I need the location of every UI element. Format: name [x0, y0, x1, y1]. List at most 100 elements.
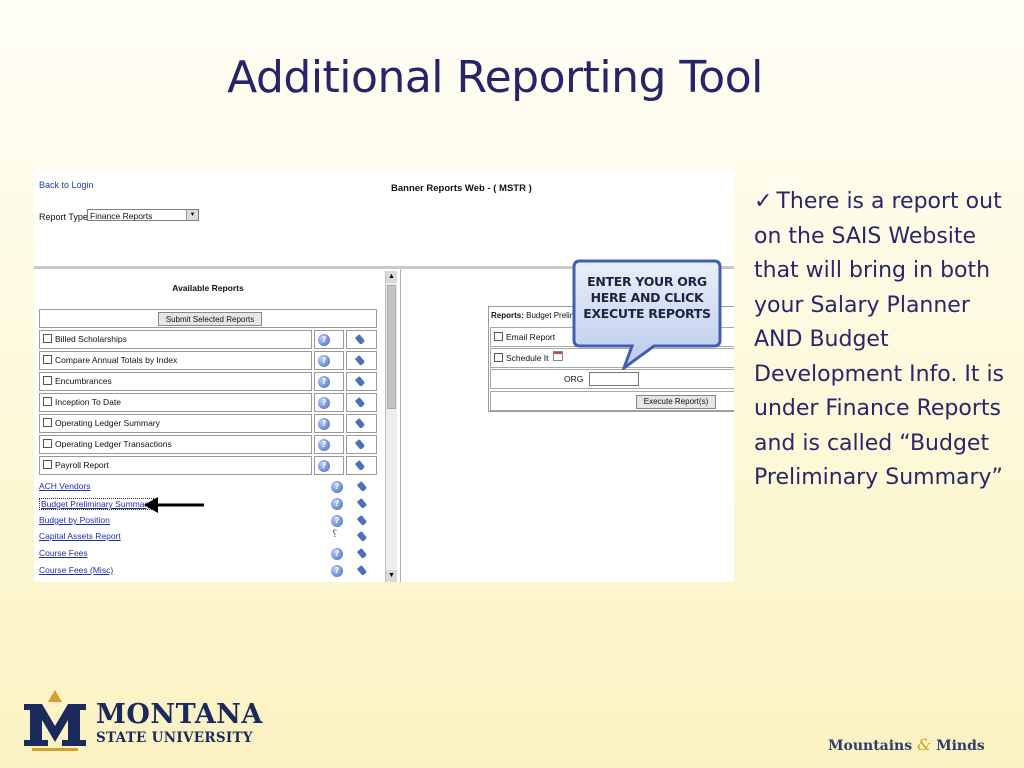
report-row: Billed Scholarships ? [39, 330, 377, 349]
tag-icon[interactable] [356, 515, 368, 526]
submit-selected-reports-button[interactable]: Submit Selected Reports [158, 312, 262, 326]
report-screenshot: Back to Login Banner Reports Web - ( MST… [34, 170, 734, 582]
callout-line: HERE AND CLICK [590, 290, 704, 305]
tag-icon[interactable] [356, 548, 368, 559]
report-row: Operating Ledger Summary ? [39, 414, 377, 433]
help-icon[interactable]: ? [331, 565, 343, 577]
tagline-right: Minds [936, 738, 985, 754]
tagline-ampersand: & [916, 735, 932, 754]
help-icon[interactable]: ? [318, 460, 330, 472]
org-input[interactable] [589, 372, 639, 386]
report-cell: Operating Ledger Transactions [39, 435, 312, 454]
callout-line: ENTER YOUR ORG [587, 274, 707, 289]
dropdown-arrow-icon[interactable]: ▼ [186, 210, 198, 220]
email-report-checkbox[interactable] [494, 332, 503, 341]
tag-icon[interactable] [354, 397, 366, 408]
report-label: Encumbrances [55, 376, 112, 386]
slide-title: Additional Reporting Tool [227, 52, 763, 103]
link-report-row: Budget by Position ? [39, 513, 379, 529]
tag-icon[interactable] [356, 481, 368, 492]
scroll-thumb[interactable] [387, 285, 396, 409]
execute-reports-button[interactable]: Execute Report(s) [636, 395, 716, 409]
back-to-login-link[interactable]: Back to Login [39, 180, 94, 190]
execute-row: Execute Report(s) [490, 391, 734, 411]
report-link[interactable]: Capital Assets Report [39, 531, 121, 541]
report-row: Payroll Report ? [39, 456, 377, 475]
link-report-row: Course Fees ? [39, 546, 379, 562]
selected-reports-header: Reports: Budget Prelim [491, 311, 576, 320]
report-type-value: Finance Reports [90, 211, 153, 221]
report-checkbox[interactable] [43, 418, 52, 427]
available-reports-pane: Available Reports Submit Selected Report… [34, 269, 386, 582]
callout-text: ENTER YOUR ORG HERE AND CLICK EXECUTE RE… [576, 274, 718, 322]
tag-icon[interactable] [354, 418, 366, 429]
help-icon[interactable]: ? [318, 439, 330, 451]
tag-icon[interactable] [356, 565, 368, 576]
checkmark-icon: ✓ [754, 189, 773, 214]
report-checkbox[interactable] [43, 439, 52, 448]
report-type-label: Report Type: [39, 212, 91, 222]
university-subtitle: STATE UNIVERSITY [96, 730, 253, 746]
vertical-scrollbar[interactable]: ▲ ▼ [385, 271, 397, 582]
report-label: Operating Ledger Transactions [55, 439, 172, 449]
help-icon[interactable]: ? [331, 498, 343, 510]
tag-icon[interactable] [354, 355, 366, 366]
report-checkbox[interactable] [43, 355, 52, 364]
help-icon[interactable]: ? [331, 548, 343, 560]
link-report-row: Budget Preliminary Summary ? [39, 496, 379, 512]
pane-separator [400, 269, 401, 582]
report-row: Operating Ledger Transactions ? [39, 435, 377, 454]
help-icon[interactable]: ? [318, 334, 330, 346]
tag-icon[interactable] [354, 460, 366, 471]
report-link[interactable]: ACH Vendors [39, 481, 91, 491]
tag-icon[interactable] [356, 531, 368, 542]
link-report-row: Course Fees (Misc) ? [39, 563, 379, 579]
email-report-label: Email Report [506, 332, 556, 342]
tag-icon[interactable] [354, 439, 366, 450]
report-cell: Billed Scholarships [39, 330, 312, 349]
mountains-minds-tagline: Mountains & Minds [828, 735, 985, 754]
tag-icon[interactable] [356, 498, 368, 509]
instruction-callout: ENTER YOUR ORG HERE AND CLICK EXECUTE RE… [572, 258, 722, 370]
link-report-row: Capital Assets Report ⸮ [39, 529, 379, 545]
help-icon[interactable]: ? [331, 515, 343, 527]
submit-row: Submit Selected Reports [39, 309, 377, 328]
report-row: Encumbrances ? [39, 372, 377, 391]
report-link-budget-preliminary-summary[interactable]: Budget Preliminary Summary [39, 498, 154, 510]
report-label: Payroll Report [55, 460, 109, 470]
link-report-row: ACH Vendors ? [39, 479, 379, 495]
report-link[interactable]: Budget by Position [39, 515, 110, 525]
msu-m-logo-icon [24, 690, 86, 751]
scroll-up-icon[interactable]: ▲ [386, 271, 397, 283]
report-cell: Compare Annual Totals by Index [39, 351, 312, 370]
wrench-icon[interactable]: ⸮ [332, 529, 337, 540]
report-checkbox[interactable] [43, 334, 52, 343]
university-name: MONTANA [96, 699, 263, 730]
calendar-icon[interactable] [552, 351, 563, 361]
schedule-it-label: Schedule It [506, 353, 549, 363]
report-checkbox[interactable] [43, 376, 52, 385]
schedule-it-checkbox[interactable] [494, 353, 503, 362]
report-link[interactable]: Course Fees (Misc) [39, 565, 113, 575]
tag-icon[interactable] [354, 334, 366, 345]
report-label: Billed Scholarships [55, 334, 127, 344]
help-icon[interactable]: ? [318, 355, 330, 367]
tag-icon[interactable] [354, 376, 366, 387]
report-cell: Inception To Date [39, 393, 312, 412]
report-checkbox[interactable] [43, 397, 52, 406]
msu-logo: MONTANA STATE UNIVERSITY [22, 690, 272, 754]
selected-report-value: Budget Prelim [526, 311, 577, 320]
report-type-select[interactable]: Finance Reports ▼ [87, 209, 199, 221]
scroll-down-icon[interactable]: ▼ [386, 570, 397, 582]
report-label: Operating Ledger Summary [55, 418, 160, 428]
org-row: ORG [490, 369, 734, 389]
report-link[interactable]: Course Fees [39, 548, 88, 558]
help-icon[interactable]: ? [318, 376, 330, 388]
help-icon[interactable]: ? [318, 418, 330, 430]
report-row: Inception To Date ? [39, 393, 377, 412]
report-checkbox[interactable] [43, 460, 52, 469]
org-label: ORG [564, 374, 584, 384]
help-icon[interactable]: ? [318, 397, 330, 409]
help-icon[interactable]: ? [331, 481, 343, 493]
report-label: Compare Annual Totals by Index [55, 355, 178, 365]
